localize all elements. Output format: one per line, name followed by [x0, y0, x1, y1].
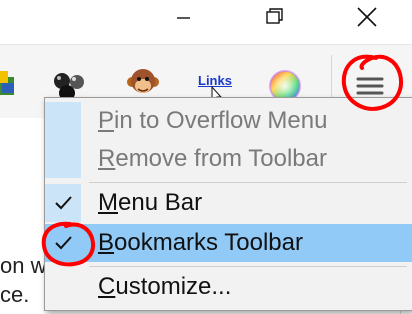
- access-key: M: [98, 189, 118, 216]
- checkmark-icon: [55, 196, 72, 210]
- checkmark-icon: [55, 236, 72, 250]
- page-text-line-1: on w: [0, 253, 47, 278]
- access-key: C: [98, 273, 116, 300]
- menu-item-customize[interactable]: Customize...: [45, 268, 412, 306]
- label-text: emove from Toolbar: [115, 145, 327, 172]
- menu-item-pin-to-overflow[interactable]: Pin to Overflow Menu: [45, 102, 412, 140]
- menu-separator: [89, 266, 407, 267]
- menu-separator: [89, 182, 407, 183]
- menu-item-label: Remove from Toolbar: [98, 140, 327, 178]
- title-bar: [0, 0, 412, 44]
- menu-item-remove-from-toolbar[interactable]: Remove from Toolbar: [45, 140, 412, 178]
- menu-item-bookmarks-toolbar[interactable]: Bookmarks Toolbar: [45, 224, 412, 262]
- minimize-icon: [177, 17, 190, 19]
- minimize-button[interactable]: [160, 0, 206, 36]
- menu-item-label: Menu Bar: [98, 184, 202, 222]
- check-gutter: [45, 102, 81, 140]
- close-icon: [357, 7, 377, 27]
- access-key: R: [98, 145, 116, 172]
- check-gutter: [45, 268, 81, 306]
- label-text: ookmarks Toolbar: [114, 229, 303, 256]
- check-gutter: [45, 140, 81, 178]
- toolbar-context-menu: Pin to Overflow Menu Remove from Toolbar…: [44, 97, 412, 311]
- close-button[interactable]: [345, 0, 391, 36]
- label-text: enu Bar: [118, 189, 203, 216]
- extension-icon[interactable]: [0, 67, 22, 101]
- menu-item-menu-bar[interactable]: Menu Bar: [45, 184, 412, 222]
- screen: Links on w ce. Pin to Overflow Menu Remo…: [0, 0, 412, 314]
- access-key: P: [98, 107, 115, 134]
- label-text: ustomize...: [115, 273, 232, 300]
- menu-item-label: Pin to Overflow Menu: [98, 102, 327, 140]
- menu-item-label: Customize...: [98, 268, 231, 306]
- check-gutter: [45, 224, 81, 262]
- page-text-line-2: ce.: [0, 282, 30, 307]
- menu-item-label: Bookmarks Toolbar: [98, 224, 303, 262]
- restore-icon: [266, 8, 283, 24]
- check-gutter: [45, 184, 81, 222]
- monkey-icon[interactable]: [126, 67, 160, 101]
- access-key: B: [98, 229, 115, 256]
- restore-button[interactable]: [253, 0, 299, 36]
- label-text: in to Overflow Menu: [114, 107, 328, 134]
